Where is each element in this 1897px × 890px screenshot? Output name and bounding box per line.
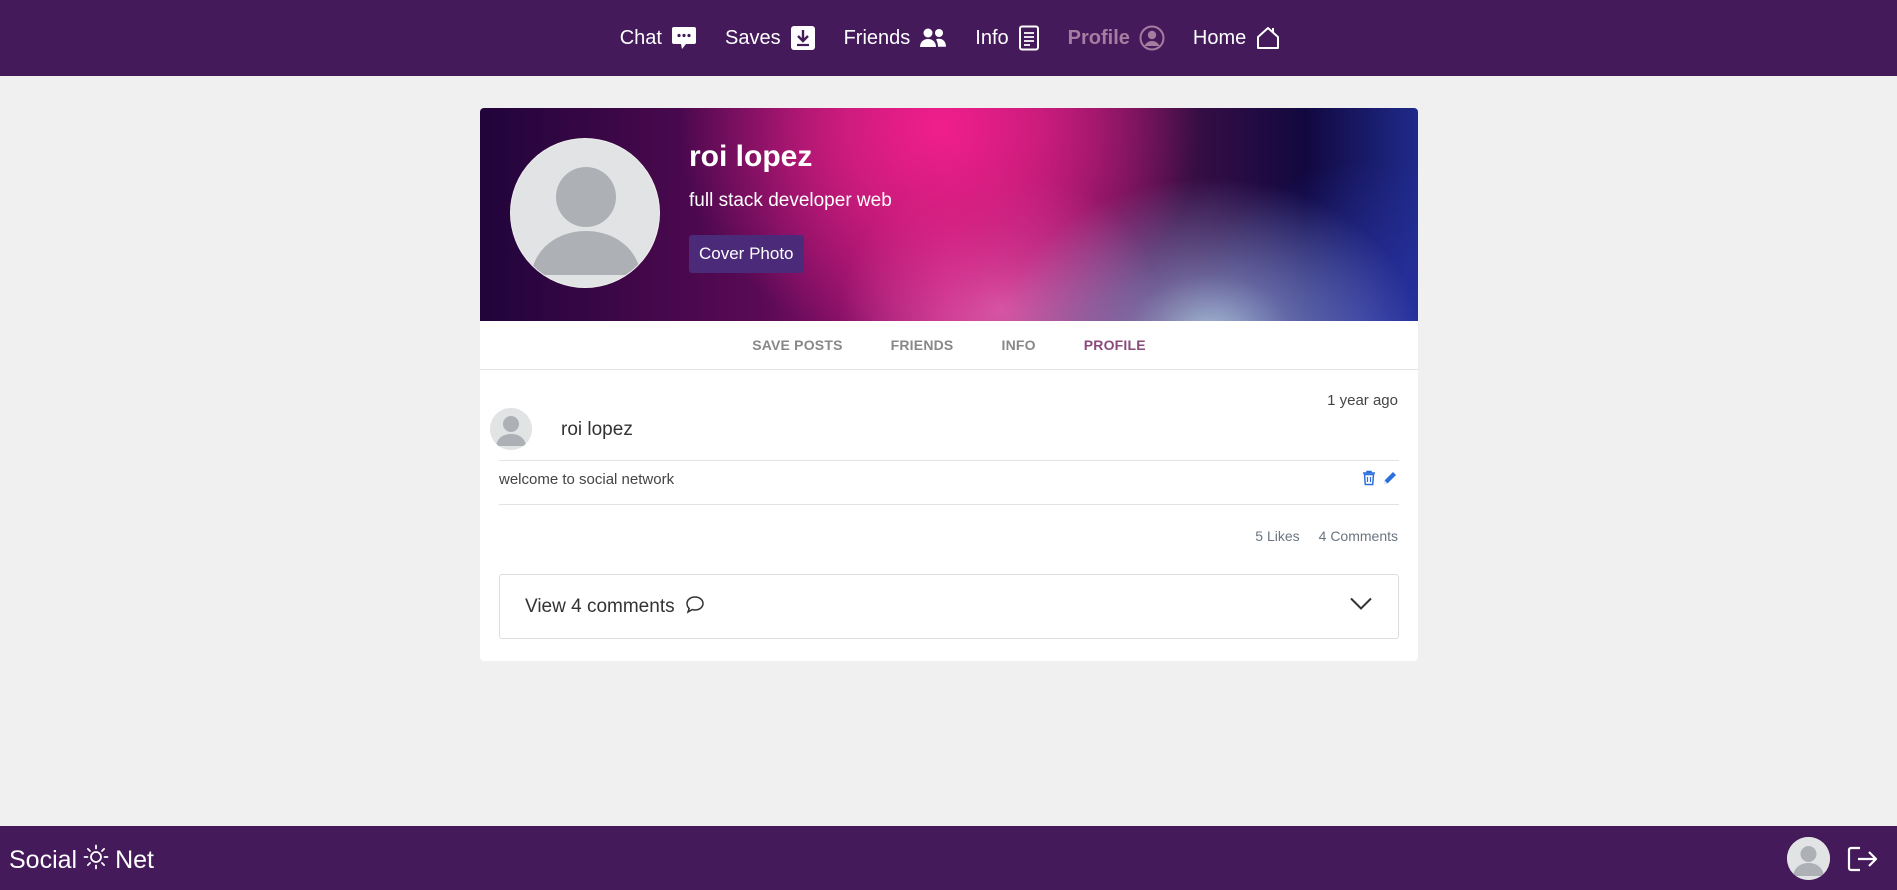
edit-icon[interactable] bbox=[1382, 470, 1398, 491]
tab-friends[interactable]: FRIENDS bbox=[867, 337, 978, 353]
nav-item-home[interactable]: Home bbox=[1179, 25, 1295, 51]
friends-icon bbox=[919, 27, 947, 49]
sun-icon bbox=[83, 844, 109, 877]
divider bbox=[499, 504, 1399, 505]
comments-count[interactable]: 4 Comments bbox=[1319, 528, 1398, 544]
download-icon bbox=[790, 25, 816, 51]
nav-item-label: Info bbox=[975, 26, 1009, 49]
profile-tabs: SAVE POSTS FRIENDS INFO PROFILE bbox=[480, 321, 1418, 370]
chevron-down-icon bbox=[1350, 597, 1372, 616]
nav-item-profile[interactable]: Profile bbox=[1054, 25, 1179, 51]
comment-bubble-icon bbox=[685, 595, 705, 619]
logout-icon[interactable] bbox=[1847, 845, 1879, 878]
nav-item-chat[interactable]: Chat bbox=[606, 25, 711, 51]
user-placeholder-icon bbox=[511, 139, 659, 287]
profile-card: roi lopez full stack developer web Cover… bbox=[480, 108, 1418, 661]
nav-item-label: Profile bbox=[1067, 26, 1130, 49]
post-avatar bbox=[490, 408, 532, 450]
nav-item-saves[interactable]: Saves bbox=[711, 25, 830, 51]
tab-profile[interactable]: PROFILE bbox=[1060, 337, 1170, 353]
cover-photo: roi lopez full stack developer web Cover… bbox=[480, 108, 1418, 321]
post-actions bbox=[1362, 470, 1398, 491]
post-timestamp: 1 year ago bbox=[1327, 392, 1398, 409]
nav-item-label: Chat bbox=[619, 26, 662, 49]
avatar bbox=[510, 138, 660, 288]
nav-list: Chat Saves Friends Info Profile Home bbox=[606, 25, 1296, 51]
profile-name: roi lopez bbox=[689, 140, 813, 173]
nav-item-label: Saves bbox=[724, 26, 781, 49]
cover-photo-button[interactable]: Cover Photo bbox=[689, 235, 804, 273]
user-avatar-button[interactable] bbox=[1787, 837, 1830, 880]
nav-item-label: Home bbox=[1192, 26, 1247, 49]
nav-item-label: Friends bbox=[843, 26, 911, 49]
nav-item-info[interactable]: Info bbox=[961, 25, 1053, 51]
profile-bio: full stack developer web bbox=[689, 190, 892, 211]
view-comments-toggle[interactable]: View 4 comments bbox=[499, 574, 1399, 639]
post-author[interactable]: roi lopez bbox=[561, 419, 633, 441]
tab-info[interactable]: INFO bbox=[977, 337, 1059, 353]
likes-count[interactable]: 5 Likes bbox=[1255, 528, 1299, 544]
post-stats: 5 Likes 4 Comments bbox=[1255, 528, 1398, 544]
post-text: welcome to social network bbox=[499, 471, 675, 488]
brand-logo[interactable]: Social Net bbox=[9, 844, 154, 877]
nav-item-friends[interactable]: Friends bbox=[830, 27, 962, 50]
divider bbox=[499, 460, 1399, 461]
brand-right: Net bbox=[115, 846, 154, 874]
home-icon bbox=[1255, 25, 1281, 51]
tab-save-posts[interactable]: SAVE POSTS bbox=[728, 337, 866, 353]
document-icon bbox=[1018, 25, 1040, 51]
view-comments-label: View 4 comments bbox=[525, 595, 675, 617]
trash-icon[interactable] bbox=[1362, 470, 1376, 491]
top-navbar: Chat Saves Friends Info Profile Home bbox=[0, 0, 1897, 76]
user-placeholder-icon bbox=[1787, 837, 1830, 880]
user-placeholder-icon bbox=[490, 408, 532, 450]
user-circle-icon bbox=[1139, 25, 1165, 51]
brand-left: Social bbox=[9, 846, 78, 874]
footer-bar: Social Net bbox=[0, 826, 1897, 890]
chat-icon bbox=[671, 25, 697, 51]
